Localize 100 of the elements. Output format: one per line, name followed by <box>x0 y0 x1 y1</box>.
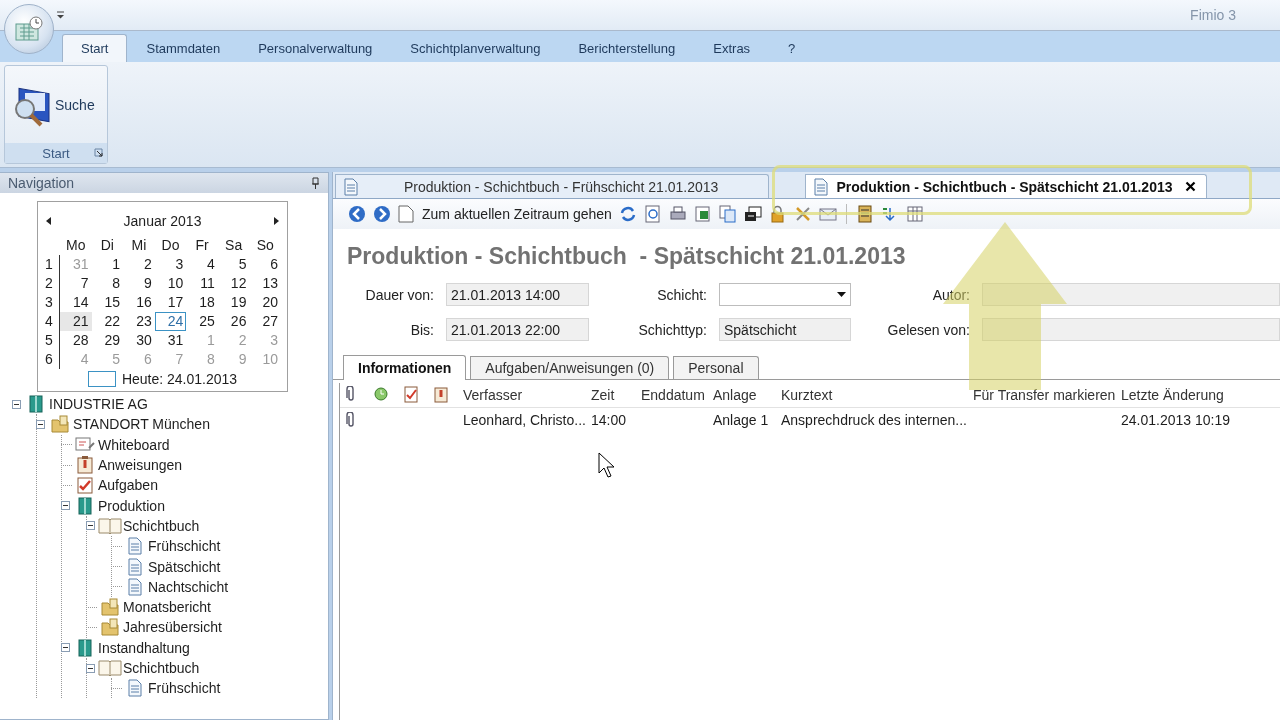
document-tab[interactable]: Produktion - Schichtbuch - Frühschicht 21.01.2013 <box>335 174 770 198</box>
calendar-day[interactable]: 23 <box>123 312 155 331</box>
ribbon-tab[interactable]: Stammdaten <box>127 34 240 62</box>
calendar-day[interactable]: 12 <box>217 274 250 293</box>
ribbon-tab[interactable]: Start <box>62 34 128 62</box>
field-label: Dauer von: <box>364 286 434 303</box>
calendar-day[interactable]: 20 <box>249 293 281 312</box>
column-header[interactable]: Verfasser <box>460 387 588 403</box>
ribbon-tab[interactable]: Extras <box>694 34 770 62</box>
calendar-day[interactable]: 9 <box>123 274 155 293</box>
clock-icon <box>373 386 389 404</box>
calendar-day[interactable]: 27 <box>249 312 281 331</box>
calendar-day[interactable]: 21 <box>60 312 92 331</box>
toolbar-button[interactable] <box>742 204 763 224</box>
calendar-day[interactable]: 28 <box>60 331 92 350</box>
tree-item[interactable]: Monatsbericht <box>123 599 211 616</box>
tree-item[interactable]: Schichtbuch <box>123 517 200 534</box>
column-header[interactable]: Enddatum <box>638 387 710 403</box>
column-header[interactable]: Für Transfer markieren <box>970 387 1118 403</box>
calendar-day[interactable]: 25 <box>186 312 218 331</box>
calendar-day[interactable]: 24 <box>154 312 187 331</box>
column-header[interactable]: Zeit <box>588 387 638 403</box>
ribbon-tab[interactable]: Personalverwaltung <box>239 34 392 62</box>
table-cell: Anlage 1 <box>713 412 769 428</box>
expander-icon[interactable] <box>61 501 72 511</box>
tab[interactable]: Informationen <box>343 355 467 380</box>
tree-item[interactable]: Frühschicht <box>148 680 221 697</box>
weekday-label: Di <box>99 236 115 255</box>
weekday-label: Sa <box>224 236 244 255</box>
calendar-day[interactable]: 19 <box>217 293 250 312</box>
column-header[interactable]: Anlage <box>710 387 778 403</box>
calendar-day[interactable]: 16 <box>123 293 155 312</box>
calendar-day[interactable]: 22 <box>91 312 124 331</box>
document-tab[interactable]: Produktion - Schichtbuch - Spätschicht 21.01.2013 <box>805 174 1207 198</box>
calendar-day[interactable]: 10 <box>154 274 187 293</box>
tree-item[interactable]: Schichtbuch <box>123 660 200 676</box>
calendar-day[interactable]: 2 <box>123 255 155 274</box>
dropdown-field[interactable] <box>719 283 851 306</box>
minus-icon <box>61 643 70 653</box>
expander-icon[interactable] <box>12 399 23 409</box>
search-button[interactable]: Suche <box>5 66 107 143</box>
tab[interactable]: Personal <box>673 356 759 379</box>
input-field[interactable]: 21.01.2013 14:00 <box>446 283 589 306</box>
tree-item[interactable]: STANDORT München <box>73 416 210 433</box>
dialog-launcher[interactable] <box>94 148 103 157</box>
calendar-day[interactable]: 1 <box>91 255 124 274</box>
calendar-day[interactable]: 7 <box>60 274 92 293</box>
calendar-day[interactable]: 26 <box>217 312 250 331</box>
ribbon-tab[interactable]: ? <box>769 34 815 62</box>
calendar-day[interactable]: 13 <box>249 274 281 293</box>
tree-item[interactable]: Jahresübersicht <box>123 619 222 636</box>
next-month-icon <box>273 217 279 225</box>
blank-page-icon <box>398 205 414 223</box>
input-field[interactable] <box>982 283 1280 306</box>
today-marker <box>87 371 116 387</box>
calendar-day[interactable]: 18 <box>186 293 218 312</box>
calendar-day[interactable]: 6 <box>249 255 281 274</box>
calendar-day[interactable]: 14 <box>60 293 92 312</box>
minus-icon <box>12 399 21 409</box>
input-field[interactable] <box>982 318 1280 341</box>
calendar-day[interactable]: 11 <box>186 274 218 293</box>
calendar-day[interactable]: 30 <box>123 331 155 350</box>
prev-month-icon <box>46 217 52 225</box>
calendar-day[interactable]: 17 <box>154 293 187 312</box>
input-field[interactable]: Spätschicht <box>719 318 851 341</box>
tree-item[interactable]: Nachtschicht <box>148 578 229 595</box>
expander-icon[interactable] <box>86 663 97 673</box>
calendar-day[interactable]: 3 <box>154 255 187 274</box>
expander-icon[interactable] <box>86 521 97 531</box>
calendar-day[interactable]: 4 <box>186 255 218 274</box>
tree-item[interactable]: Aufgaben <box>98 477 158 494</box>
tab[interactable]: Aufgaben/Anweisungen (0) <box>470 356 670 379</box>
tree-item[interactable]: Instandhaltung <box>98 639 190 656</box>
expander-icon[interactable] <box>61 643 72 653</box>
ribbon-tab[interactable]: Berichterstellung <box>559 34 695 62</box>
mouse-cursor-icon <box>598 452 614 478</box>
column-header[interactable]: Kurztext <box>778 387 970 403</box>
today-link[interactable]: Heute: 24.01.2013 <box>121 371 238 387</box>
app-menu-button[interactable] <box>4 4 54 54</box>
input-field[interactable]: 21.01.2013 22:00 <box>446 318 589 341</box>
tree-item[interactable]: Frühschicht <box>148 538 221 555</box>
calendar-day[interactable]: 15 <box>91 293 124 312</box>
expander-icon[interactable] <box>36 419 47 429</box>
envelope-icon <box>818 205 837 223</box>
minus-icon <box>86 663 95 673</box>
document-heading: Produktion - Schichtbuch - Spätschicht 21.01.2013 <box>347 243 907 271</box>
tree-item[interactable]: Produktion <box>98 497 165 514</box>
tree-item[interactable]: Spätschicht <box>148 558 221 575</box>
calendar-day[interactable]: 8 <box>91 274 124 293</box>
calendar-day[interactable]: 31 <box>154 331 187 350</box>
calendar-day[interactable]: 29 <box>91 331 124 350</box>
tree-item[interactable]: Anweisungen <box>98 457 183 474</box>
tree-item[interactable]: INDUSTRIE AG <box>49 396 148 413</box>
calendar-day[interactable]: 5 <box>217 255 250 274</box>
tree-item[interactable]: Whiteboard <box>98 436 170 453</box>
book-icon <box>98 516 122 535</box>
ribbon-tab[interactable]: Schichtplanverwaltung <box>391 34 560 62</box>
column-header[interactable]: Letzte Änderung <box>1118 387 1258 403</box>
goto-current-period-button[interactable]: Zum aktuellen Zeitraum gehen <box>397 204 613 224</box>
back-icon <box>348 205 366 223</box>
